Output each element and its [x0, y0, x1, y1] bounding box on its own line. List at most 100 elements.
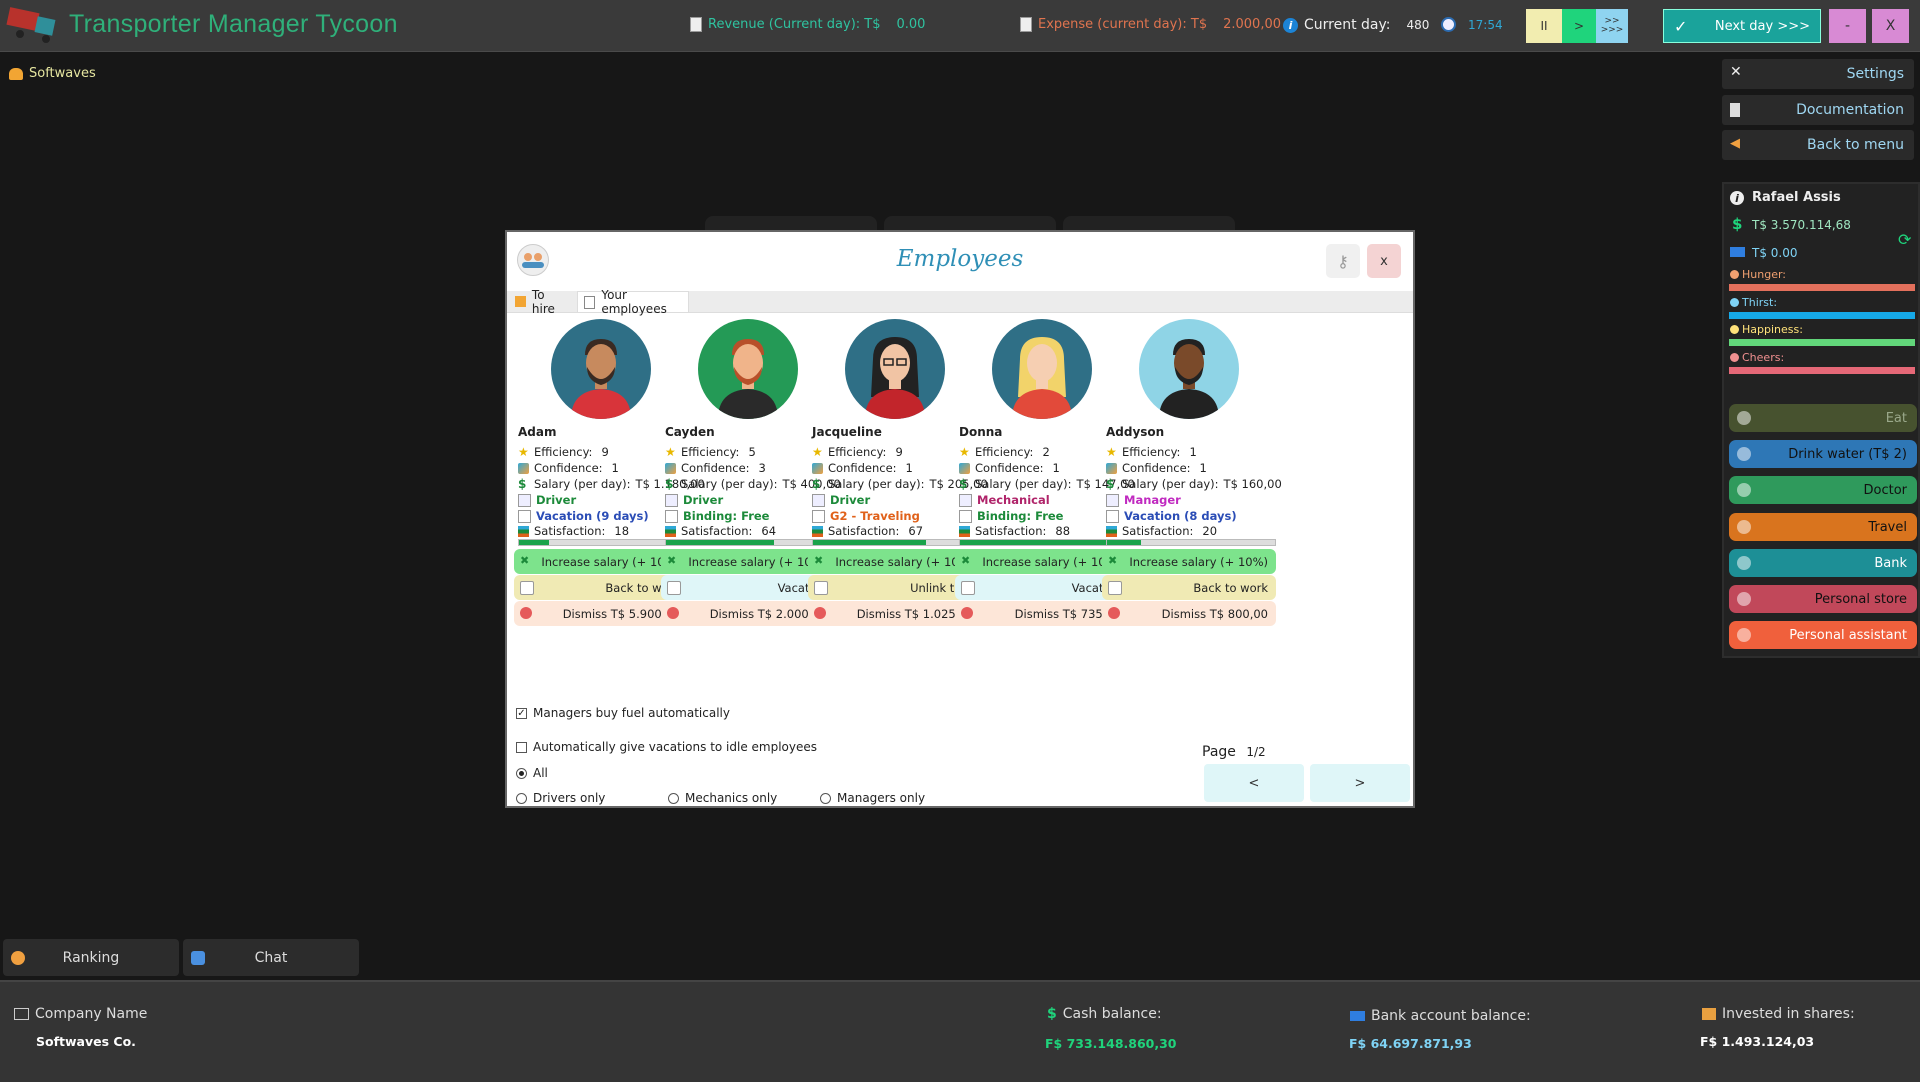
dismiss-button[interactable]: Dismiss T$ 800,00 — [1102, 601, 1276, 626]
filter-all-radio[interactable]: All — [516, 766, 548, 780]
next-day-button[interactable]: ✓ Next day >>> — [1663, 9, 1821, 43]
checkbox-unchecked[interactable] — [516, 742, 527, 753]
person-icon — [992, 319, 1092, 419]
tab-to-hire[interactable]: To hire — [509, 291, 577, 312]
confidence-label: Confidence: — [828, 461, 897, 475]
dialog-close-button[interactable]: x — [1367, 244, 1401, 278]
speed-normal-button[interactable]: > — [1562, 9, 1596, 43]
filter-managers-radio[interactable]: Managers only — [820, 791, 925, 805]
revenue-display: Revenue (Current day): T$ 0.00 — [690, 17, 925, 32]
filter-drivers-radio[interactable]: Drivers only — [516, 791, 605, 805]
radio-unselected[interactable] — [820, 793, 831, 804]
need-bar-fill — [1729, 339, 1915, 346]
refresh-icon[interactable]: ⟳ — [1898, 230, 1911, 249]
satisfaction-value: 88 — [1055, 524, 1070, 538]
task-icon — [1106, 510, 1119, 523]
documentation-button[interactable]: Documentation — [1722, 95, 1914, 125]
close-app-button[interactable]: X — [1872, 9, 1909, 43]
satisfaction-bar-fill — [666, 540, 774, 545]
clock-time: 17:54 — [1468, 18, 1503, 32]
person-icon — [1139, 319, 1239, 419]
dismiss-icon — [667, 607, 679, 619]
player-cash: T$ 3.570.114,68 — [1752, 218, 1851, 232]
star-icon: ★ — [812, 447, 823, 458]
status-value: Binding: Free — [977, 509, 1063, 523]
minimize-button[interactable]: - — [1829, 9, 1866, 43]
credit-card-icon — [1730, 247, 1745, 257]
doctor-button[interactable]: Doctor — [1729, 476, 1917, 504]
money-icon: ✖ — [667, 555, 679, 567]
confidence-stat: Confidence: 3 — [665, 461, 766, 475]
auto-vacation-checkbox[interactable]: Automatically give vacations to idle emp… — [516, 740, 817, 754]
employee-tabs: To hire Your employees — [507, 291, 1413, 313]
expense-display: Expense (current day): T$ 2.000,00 — [1020, 17, 1281, 32]
cash-balance-text: Cash balance: — [1063, 1006, 1162, 1022]
drink-water-button[interactable]: Drink water (T$ 2) — [1729, 440, 1917, 468]
person-icon — [698, 319, 798, 419]
tab-to-hire-label: To hire — [532, 288, 571, 316]
travel-button[interactable]: Travel — [1729, 513, 1917, 541]
satisfaction-label: Satisfaction: — [828, 524, 899, 538]
next-page-button[interactable]: > — [1310, 764, 1410, 802]
need-bar — [1729, 367, 1915, 374]
personal-store-label: Personal store — [1815, 592, 1907, 607]
efficiency-label: Efficiency: — [1122, 445, 1180, 459]
company-user-link[interactable]: Softwaves — [9, 66, 96, 81]
books-icon — [665, 526, 676, 537]
key-icon[interactable]: ⚷ — [1326, 244, 1360, 278]
money-icon: ✖ — [520, 555, 532, 567]
tab-your-employees[interactable]: Your employees — [577, 291, 689, 312]
prev-page-button[interactable]: < — [1204, 764, 1304, 802]
personal-assistant-button[interactable]: Personal assistant — [1729, 621, 1917, 649]
employee-action-button[interactable]: Back to work — [1102, 575, 1276, 600]
page-indicator: Page 1/2 — [1202, 744, 1266, 760]
settings-button[interactable]: ✕ Settings — [1722, 59, 1914, 89]
clock-display: 17:54 — [1441, 17, 1503, 32]
radio-selected[interactable] — [516, 768, 527, 779]
radio-unselected[interactable] — [668, 793, 679, 804]
speed-faster-label: >>> — [1601, 26, 1624, 35]
bank-balance-value: F$ 64.697.871,93 — [1349, 1036, 1472, 1051]
revenue-value: 0.00 — [897, 17, 926, 32]
satisfaction-value: 20 — [1202, 524, 1217, 538]
star-icon: ★ — [665, 447, 676, 458]
filter-all-label: All — [533, 766, 548, 780]
speed-fast-button[interactable]: >> >>> — [1596, 9, 1628, 43]
person-icon — [551, 319, 651, 419]
current-day-display: i Current day: 480 — [1283, 17, 1429, 33]
ranking-button[interactable]: Ranking — [3, 939, 179, 976]
back-to-menu-button[interactable]: ◀ Back to menu — [1722, 130, 1914, 160]
star-icon: ★ — [1106, 447, 1117, 458]
role-value: Mechanical — [977, 493, 1050, 507]
employee-name: Cayden — [665, 425, 715, 439]
info-icon: i — [1283, 18, 1298, 33]
filter-mechanics-radio[interactable]: Mechanics only — [668, 791, 777, 805]
checkbox-checked[interactable]: ✓ — [516, 708, 527, 719]
investment-icon — [1702, 1008, 1716, 1020]
company-name-text: Company Name — [35, 1006, 147, 1022]
bank-balance-text: Bank account balance: — [1371, 1008, 1531, 1024]
id-badge-icon — [665, 494, 678, 507]
employees-dialog: Employees ⚷ x To hire Your employees Ada… — [505, 230, 1415, 808]
bank-button[interactable]: Bank — [1729, 549, 1917, 577]
chat-button[interactable]: Chat — [183, 939, 359, 976]
eat-button[interactable]: Eat — [1729, 404, 1917, 432]
id-badge-icon — [518, 494, 531, 507]
increase-salary-button[interactable]: ✖ Increase salary (+ 10%) — [1102, 549, 1276, 574]
dismiss-icon — [814, 607, 826, 619]
radio-unselected[interactable] — [516, 793, 527, 804]
role-stat: Driver — [665, 493, 723, 507]
id-badge-icon — [959, 494, 972, 507]
pause-button[interactable]: II — [1526, 9, 1562, 43]
efficiency-stat: ★ Efficiency: 9 — [518, 445, 609, 459]
company-name-value: Softwaves Co. — [36, 1034, 136, 1049]
dollar-icon: $ — [665, 479, 676, 490]
status-stat: Vacation (9 days) — [518, 509, 649, 523]
money-icon: ✖ — [1108, 555, 1120, 567]
personal-store-button[interactable]: Personal store — [1729, 585, 1917, 613]
managers-fuel-checkbox[interactable]: ✓ Managers buy fuel automatically — [516, 706, 730, 720]
task-icon — [665, 510, 678, 523]
efficiency-value: 1 — [1189, 445, 1196, 459]
efficiency-stat: ★ Efficiency: 9 — [812, 445, 903, 459]
action-icon — [667, 581, 681, 595]
